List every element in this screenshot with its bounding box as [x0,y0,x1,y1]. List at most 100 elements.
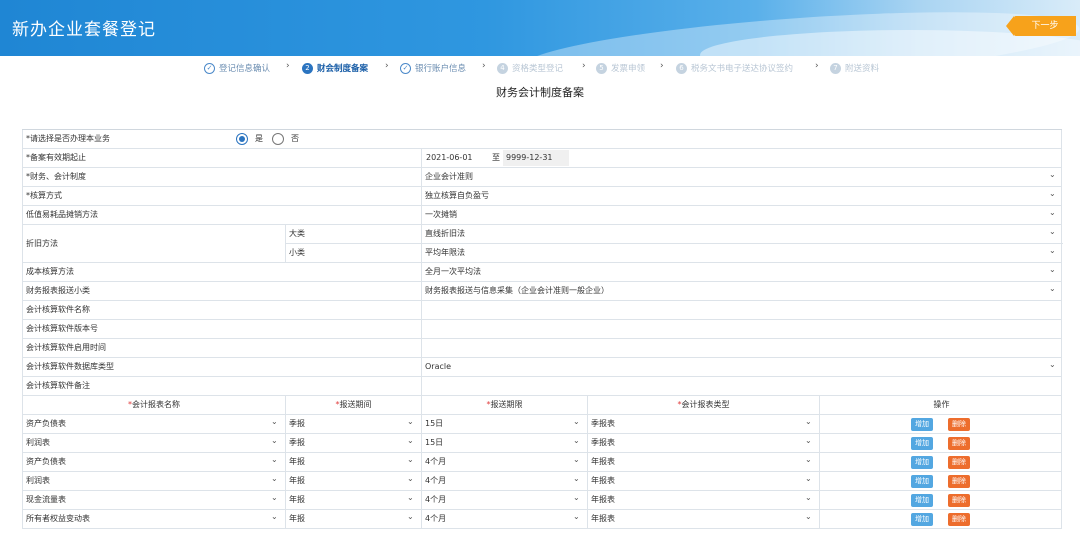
step-2[interactable]: 2 财会制度备案 [302,61,368,75]
depreciation-minor-select[interactable]: 平均年限法 [421,244,1063,263]
table-cell-select[interactable]: 4个月 [421,510,587,528]
chevron-down-icon[interactable]: ⌄ [805,455,812,464]
chevron-down-icon[interactable]: ⌄ [805,493,812,502]
table-cell-select[interactable]: 季报表 [587,415,819,433]
delete-row-button[interactable]: 删除 [948,475,970,488]
chevron-down-icon[interactable]: ⌄ [271,474,278,483]
add-row-button[interactable]: 增加 [911,456,933,469]
chevron-down-icon[interactable]: ⌄ [573,474,580,483]
chevron-down-icon[interactable]: ⌄ [407,474,414,483]
chevron-down-icon[interactable]: ⌄ [805,436,812,445]
table-cell-select[interactable]: 年报 [285,491,421,509]
table-cell-select[interactable]: 年报 [285,453,421,471]
chevron-down-icon[interactable]: ⌄ [1049,208,1056,217]
table-cell-select[interactable]: 15日 [421,434,587,452]
chevron-down-icon[interactable]: ⌄ [271,512,278,521]
step-7[interactable]: 7 附送资料 [830,61,879,75]
field-input[interactable] [421,339,1063,357]
chevron-down-icon[interactable]: ⌄ [573,417,580,426]
table-cell-select[interactable]: 季报 [285,415,421,433]
radio-no[interactable] [272,133,284,145]
table-cell-select[interactable]: 资产负债表 [23,453,285,471]
radio-yes[interactable] [236,133,248,145]
chevron-down-icon[interactable]: ⌄ [271,417,278,426]
table-cell-select[interactable]: 利润表 [23,472,285,490]
chevron-down-icon[interactable]: ⌄ [1049,265,1056,274]
delete-row-button[interactable]: 删除 [948,437,970,450]
add-row-button[interactable]: 增加 [911,494,933,507]
form-row: 会计核算软件名称 [22,301,1062,320]
chevron-down-icon[interactable]: ⌄ [573,436,580,445]
chevron-down-icon[interactable]: ⌄ [1049,227,1056,236]
chevron-down-icon[interactable]: ⌄ [1049,284,1056,293]
field-select[interactable]: 独立核算自负盈亏 [421,187,1063,205]
table-cell-select[interactable]: 4个月 [421,491,587,509]
chevron-down-icon[interactable]: ⌄ [271,436,278,445]
table-cell-select[interactable]: 年报表 [587,491,819,509]
step-1[interactable]: ✓ 登记信息确认 [204,61,270,75]
page-title: 财务会计制度备案 [496,86,584,99]
table-cell-select[interactable]: 年报表 [587,472,819,490]
chevron-down-icon[interactable]: ⌄ [407,493,414,502]
form-row: 成本核算方法 全月一次平均法 ⌄ [22,263,1062,282]
chevron-down-icon[interactable]: ⌄ [573,512,580,521]
field-select[interactable]: 全月一次平均法 [421,263,1063,281]
table-cell-select[interactable]: 年报表 [587,453,819,471]
table-cell-select[interactable]: 年报表 [587,510,819,528]
table-cell-select[interactable]: 季报 [285,434,421,452]
delete-row-button[interactable]: 删除 [948,456,970,469]
chevron-down-icon[interactable]: ⌄ [407,436,414,445]
chevron-down-icon[interactable]: ⌄ [805,417,812,426]
radio-no-label: 否 [291,134,299,143]
chevron-down-icon[interactable]: ⌄ [271,455,278,464]
step-6[interactable]: 6 税务文书电子送达协议签约 [676,61,793,75]
step-4[interactable]: 4 资格类型登记 [497,61,563,75]
add-row-button[interactable]: 增加 [911,475,933,488]
chevron-down-icon[interactable]: ⌄ [1049,246,1056,255]
field-input[interactable] [421,301,1063,319]
chevron-down-icon[interactable]: ⌄ [805,512,812,521]
chevron-down-icon[interactable]: ⌄ [573,455,580,464]
field-select[interactable]: 财务报表报送与信息采集（企业会计准则一般企业） [421,282,1063,300]
table-cell-select[interactable]: 资产负债表 [23,415,285,433]
chevron-down-icon[interactable]: ⌄ [573,493,580,502]
table-cell-select[interactable]: 现金流量表 [23,491,285,509]
add-row-button[interactable]: 增加 [911,513,933,526]
field-input[interactable] [421,320,1063,338]
number-icon: 7 [830,62,841,74]
table-cell-select[interactable]: 15日 [421,415,587,433]
table-cell-select[interactable]: 季报表 [587,434,819,452]
delete-row-button[interactable]: 删除 [948,494,970,507]
field-select[interactable]: 企业会计准则 [421,168,1063,186]
table-cell-select[interactable]: 年报 [285,472,421,490]
start-date-input[interactable]: 2021-06-01 [423,150,487,166]
delete-row-button[interactable]: 删除 [948,418,970,431]
chevron-down-icon[interactable]: ⌄ [805,474,812,483]
chevron-down-icon[interactable]: ⌄ [1049,360,1056,369]
step-5[interactable]: 5 发票申领 [596,61,645,75]
chevron-down-icon[interactable]: ⌄ [407,417,414,426]
end-date-input[interactable]: 9999-12-31 [503,150,569,166]
chevron-down-icon[interactable]: ⌄ [407,512,414,521]
table-row: 所有者权益变动表 ⌄ 年报 ⌄ 4个月 ⌄ 年报表 ⌄ 增加 删除 [22,510,1062,529]
chevron-down-icon[interactable]: ⌄ [271,493,278,502]
chevron-down-icon[interactable]: ⌄ [1049,189,1056,198]
table-cell-select[interactable]: 所有者权益变动表 [23,510,285,528]
table-header: *报送期间 [285,396,421,414]
chevron-down-icon[interactable]: ⌄ [1049,170,1056,179]
next-step-button[interactable]: 下一步 [1006,16,1076,36]
field-select[interactable]: 一次摊销 [421,206,1063,224]
table-cell-select[interactable]: 4个月 [421,472,587,490]
depreciation-major-select[interactable]: 直线折旧法 [421,225,1063,244]
step-3[interactable]: ✓ 银行账户信息 [400,61,466,75]
field-input[interactable] [421,377,1063,395]
chevron-down-icon[interactable]: ⌄ [407,455,414,464]
table-cell-select[interactable]: 4个月 [421,453,587,471]
add-row-button[interactable]: 增加 [911,437,933,450]
check-circle-icon: ✓ [204,62,215,74]
delete-row-button[interactable]: 删除 [948,513,970,526]
table-cell-select[interactable]: 年报 [285,510,421,528]
table-cell-select[interactable]: 利润表 [23,434,285,452]
add-row-button[interactable]: 增加 [911,418,933,431]
field-select[interactable]: Oracle [421,358,1063,376]
